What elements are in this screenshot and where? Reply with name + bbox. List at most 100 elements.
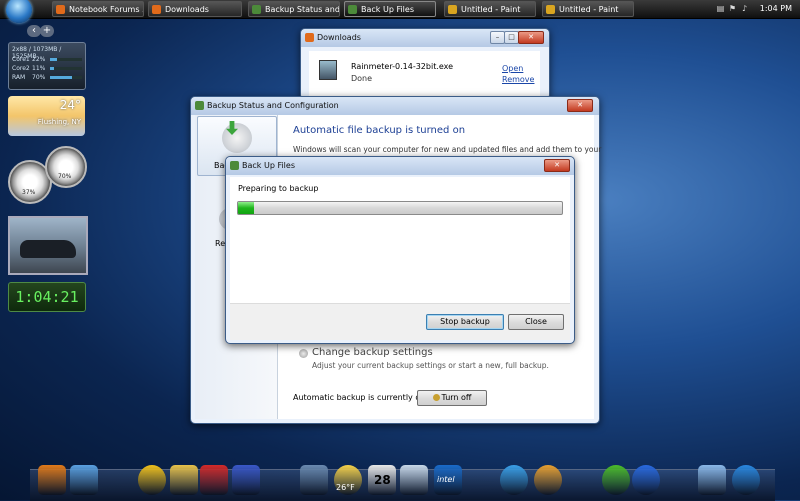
cpu-row-bar-fill <box>50 76 73 79</box>
game-icon[interactable] <box>232 465 260 495</box>
taskbar-button-0[interactable]: Notebook Forums ... <box>52 1 144 17</box>
close-button[interactable]: ✕ <box>544 159 570 172</box>
gauge-big-value: 70% <box>58 173 72 180</box>
taskbar: Notebook Forums ... Downloads Backup Statu… <box>0 0 800 23</box>
digital-clock-gadget: 1:04:21 <box>8 282 86 312</box>
cpu-row-label: RAM <box>12 74 26 81</box>
cpu-meter-gadget: 2x88 / 1073MB / 1525MB Core1 22% Core2 11% R… <box>8 42 86 90</box>
backup-drive-icon <box>222 123 252 153</box>
cpu-row-bar <box>50 67 82 70</box>
remove-link[interactable]: Remove <box>502 75 534 84</box>
dock: 26°F 28 intel <box>30 463 775 501</box>
taskbar-button-label: Untitled - Paint <box>461 5 521 14</box>
monitor-icon[interactable] <box>300 465 328 495</box>
download-status: Done <box>351 74 373 83</box>
answers-icon[interactable] <box>632 465 660 495</box>
taskbar-button-label: Notebook Forums ... <box>69 5 144 14</box>
dock-weather-temp: 26°F <box>336 483 355 492</box>
backup-progress-status: Preparing to backup <box>238 184 319 193</box>
downloads-titlebar[interactable]: Downloads – □ ✕ <box>301 29 549 47</box>
exe-file-icon <box>319 60 337 80</box>
sidebar-back-button[interactable]: ‹ <box>27 25 41 37</box>
aim-icon[interactable] <box>138 465 166 495</box>
notes-icon[interactable] <box>400 465 428 495</box>
uac-shield-icon <box>432 394 440 401</box>
download-item[interactable]: Rainmeter-0.14-32bit.exe Done Open Remov… <box>309 51 540 96</box>
folder-icon[interactable] <box>170 465 198 495</box>
open-link[interactable]: Open <box>502 64 523 73</box>
taskbar-button-label: Untitled - Paint <box>559 5 619 14</box>
weather-gadget[interactable]: 24° Flushing, NY <box>8 96 85 136</box>
gauge-big: 70% <box>45 146 87 188</box>
back-up-files-dialog: Back Up Files ✕ Preparing to backup Stop… <box>225 156 575 344</box>
taskbar-button-label: Downloads <box>165 5 209 14</box>
taskbar-button-5[interactable]: Untitled - Paint <box>542 1 634 17</box>
backup-icon <box>348 5 357 14</box>
cpu-row: Core1 22% <box>12 56 82 63</box>
taskbar-button-label: Backup Status and ... <box>265 5 340 14</box>
network-icon[interactable] <box>698 465 726 495</box>
cpu-row-bar-fill <box>50 67 54 70</box>
backup-status-title: Backup Status and Configuration <box>207 101 339 110</box>
weather-temp: 24° <box>59 98 81 112</box>
intel-icon[interactable]: intel <box>434 465 462 495</box>
taskbar-button-1[interactable]: Downloads <box>148 1 242 17</box>
ie-blue-icon[interactable] <box>732 465 760 495</box>
flag-tray-icon[interactable]: ⚑ <box>728 4 737 13</box>
gauge-gadget: 37% 70% <box>7 146 87 206</box>
backup-heading: Automatic file backup is turned on <box>293 125 466 136</box>
close-button[interactable]: ✕ <box>518 31 544 44</box>
mario-icon[interactable] <box>200 465 228 495</box>
backup-progress-fill <box>238 202 255 214</box>
ie-alt-icon[interactable] <box>534 465 562 495</box>
back-up-files-title: Back Up Files <box>242 161 295 170</box>
cpu-row-value: 22% <box>32 56 46 63</box>
taskbar-button-2[interactable]: Backup Status and ... <box>248 1 340 17</box>
backup-status-titlebar[interactable]: Backup Status and Configuration ✕ <box>191 97 599 115</box>
downloads-window: Downloads – □ ✕ Rainmeter-0.14-32bit.exe… <box>300 28 550 100</box>
dock-intel-label: intel <box>437 475 455 484</box>
calendar-icon[interactable]: 28 <box>368 465 396 495</box>
cpu-row: Core2 11% <box>12 65 82 72</box>
sidebar-add-button[interactable]: + <box>40 25 54 37</box>
weather-location: Flushing, NY <box>37 118 81 126</box>
download-filename: Rainmeter-0.14-32bit.exe <box>351 62 454 71</box>
back-up-files-content: Preparing to backup Stop backup Close <box>230 177 570 340</box>
firefox-icon <box>305 33 314 42</box>
media-player-icon[interactable] <box>38 465 66 495</box>
minimize-button[interactable]: – <box>490 31 505 44</box>
maximize-button[interactable]: □ <box>504 31 519 44</box>
cpu-row-label: Core2 <box>12 65 30 72</box>
paint-icon <box>448 5 457 14</box>
cpu-row-value: 70% <box>32 74 46 81</box>
firefox-icon <box>152 5 161 14</box>
cpu-row-bar-fill <box>50 58 58 61</box>
slideshow-gadget[interactable] <box>8 216 88 275</box>
weather-icon[interactable]: 26°F <box>334 465 362 495</box>
back-up-files-titlebar[interactable]: Back Up Files ✕ <box>226 157 574 175</box>
backup-description: Windows will scan your computer for new … <box>293 145 602 154</box>
close-button[interactable]: ✕ <box>567 99 593 112</box>
gauge-small-value: 37% <box>22 189 36 196</box>
taskbar-button-3[interactable]: Back Up Files <box>344 1 436 17</box>
cpu-row-bar <box>50 76 82 79</box>
cpu-row-bar <box>50 58 82 61</box>
backup-icon <box>252 5 261 14</box>
volume-tray-icon[interactable]: ♪ <box>740 4 749 13</box>
close-dialog-button[interactable]: Close <box>508 314 564 330</box>
turn-off-label: Turn off <box>441 393 472 402</box>
taskbar-clock[interactable]: 1:04 PM <box>760 0 792 17</box>
paint-icon <box>546 5 555 14</box>
ie-icon[interactable] <box>500 465 528 495</box>
taskbar-button-4[interactable]: Untitled - Paint <box>444 1 536 17</box>
change-backup-settings-link[interactable]: Change backup settings <box>312 347 433 358</box>
xbox-icon[interactable] <box>602 465 630 495</box>
start-button[interactable] <box>6 0 32 23</box>
cpu-row-value: 11% <box>32 65 46 72</box>
dock-calendar-day: 28 <box>374 473 391 487</box>
itunes-icon[interactable] <box>70 465 98 495</box>
stop-backup-button[interactable]: Stop backup <box>426 314 504 330</box>
turn-off-button[interactable]: Turn off <box>417 390 487 406</box>
backup-icon <box>195 101 204 110</box>
network-tray-icon[interactable]: ▤ <box>716 4 725 13</box>
